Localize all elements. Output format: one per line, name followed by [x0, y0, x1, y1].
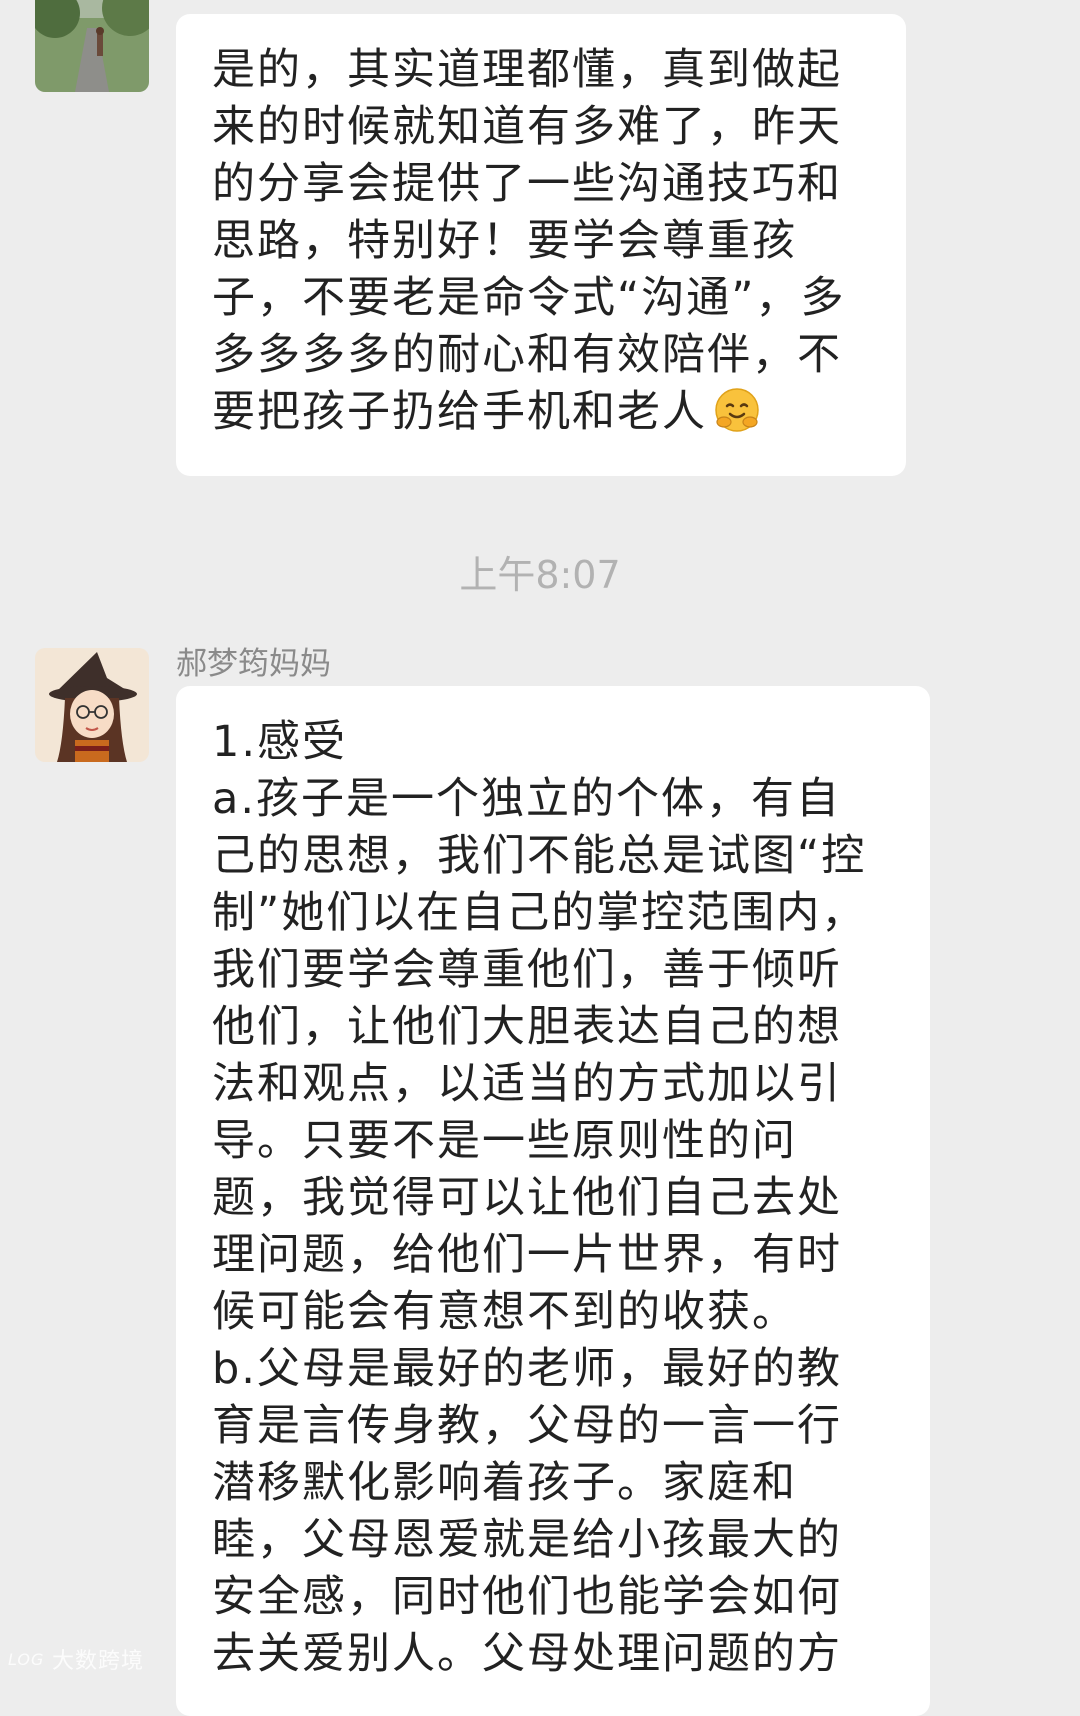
message-line: a.孩子是一个独立的个体，有自: [212, 774, 842, 824]
message-line: 去关爱别人。父母处理问题的方: [212, 1629, 842, 1679]
message-line: 的分享会提供了一些沟通技巧和: [212, 159, 842, 209]
message-line: 制”她们以在自己的掌控范围内，: [212, 888, 867, 938]
avatar-road-photo[interactable]: [35, 0, 149, 92]
message-line: 是的，其实道理都懂，真到做起: [212, 45, 842, 95]
message-line: 理问题，给他们一片世界，有时: [212, 1230, 842, 1280]
message-line: 育是言传身教，父母的一言一行: [212, 1401, 842, 1451]
message-bubble-1[interactable]: 是的，其实道理都懂，真到做起 来的时候就知道有多难了，昨天 的分享会提供了一些沟…: [176, 14, 906, 476]
message-line: 法和观点，以适当的方式加以引: [212, 1059, 842, 1109]
message-line: b.父母是最好的老师，最好的教: [212, 1344, 842, 1394]
message-line: 睦，父母恩爱就是给小孩最大的: [212, 1515, 842, 1565]
message-line: 导。只要不是一些原则性的问: [212, 1116, 797, 1166]
svg-text:LOGO: LOGO: [8, 1650, 44, 1669]
sender-name: 郝梦筠妈妈: [176, 646, 331, 682]
message-line: 安全感，同时他们也能学会如何: [212, 1572, 842, 1622]
watermark-logo-icon: LOGO: [8, 1650, 57, 1669]
message-line: 己的思想，我们不能总是试图“控: [212, 831, 867, 881]
message-timestamp: 上午8:07: [459, 553, 621, 597]
avatar-cartoon-witch[interactable]: [35, 648, 149, 762]
watermark-logo: LOGO: [8, 1648, 57, 1676]
message-line: 候可能会有意想不到的收获。: [212, 1287, 797, 1337]
message-line: 1.感受: [212, 717, 348, 767]
message-line: 来的时候就知道有多难了，昨天: [212, 102, 842, 152]
road-photo-icon: [35, 0, 149, 92]
message-line-last: 要把孩子扔给手机和老人: [212, 384, 882, 441]
message-line: 多多多多的耐心和有效陪伴，不: [212, 330, 842, 380]
hugging-face-emoji-icon: [713, 386, 761, 434]
message-line-text: 要把孩子扔给手机和老人: [212, 387, 707, 437]
message-line: 思路，特别好！要学会尊重孩: [212, 216, 797, 266]
message-line: 子，不要老是命令式“沟通”，多: [212, 273, 846, 323]
message-line: 题，我觉得可以让他们自己去处: [212, 1173, 842, 1223]
message-text: 是的，其实道理都懂，真到做起 来的时候就知道有多难了，昨天 的分享会提供了一些沟…: [212, 42, 882, 441]
message-line: 潜移默化影响着孩子。家庭和: [212, 1458, 797, 1508]
watermark-text: 大数跨境: [52, 1649, 145, 1674]
watermark: LOGO 大数跨境: [8, 1643, 144, 1676]
message-text: 1.感受 a.孩子是一个独立的个体，有自 己的思想，我们不能总是试图“控 制”她…: [212, 714, 906, 1683]
message-line: 他们，让他们大胆表达自己的想: [212, 1002, 842, 1052]
message-line: 我们要学会尊重他们，善于倾听: [212, 945, 842, 995]
message-bubble-2[interactable]: 1.感受 a.孩子是一个独立的个体，有自 己的思想，我们不能总是试图“控 制”她…: [176, 686, 930, 1716]
cartoon-witch-icon: [35, 648, 149, 762]
